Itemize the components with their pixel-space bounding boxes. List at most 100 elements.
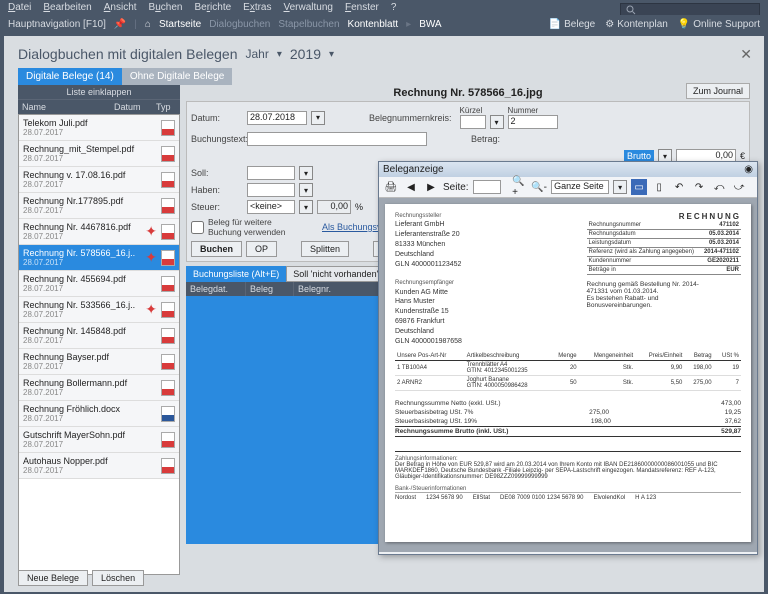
nav-stapelbuchen[interactable]: Stapelbuchen xyxy=(278,19,339,30)
neue-belege-button[interactable]: Neue Belege xyxy=(18,570,88,586)
menu-bearbeiten[interactable]: Bearbeiten xyxy=(43,2,91,13)
page-title: Dialogbuchen mit digitalen Belegen xyxy=(18,46,237,62)
list-item[interactable]: Autohaus Nopper.pdf28.07.2017 xyxy=(19,453,179,479)
reuse-label: Beleg für weitere Buchung verwenden xyxy=(208,217,298,237)
belege-tabs: Digitale Belege (14) Ohne Digitale Beleg… xyxy=(4,68,764,85)
list-item[interactable]: Rechnung v. 17.08.16.pdf28.07.2017 xyxy=(19,167,179,193)
puzzle-icon: ✦ xyxy=(145,223,157,240)
menu-datei[interactable]: Datei xyxy=(8,2,31,13)
menu-extras[interactable]: Extras xyxy=(243,2,271,13)
prev-page-icon[interactable]: ◀ xyxy=(403,179,419,195)
pushpin-icon[interactable]: ◉ xyxy=(744,164,753,175)
list-item[interactable]: Rechnung Nr. 578566_16.j..28.07.2017✦ xyxy=(19,245,179,271)
reuse-checkbox[interactable] xyxy=(191,221,204,234)
buchen-button[interactable]: Buchen xyxy=(191,241,242,257)
menu-help[interactable]: ? xyxy=(391,2,397,13)
jahr-label: Jahr xyxy=(245,47,268,61)
datum-input[interactable]: 28.07.2018 xyxy=(247,111,307,125)
kuerzel-input[interactable] xyxy=(460,115,486,129)
list-collapse[interactable]: Liste einklappen xyxy=(18,85,180,99)
gridtab-buchungsliste[interactable]: Buchungsliste (Alt+E) xyxy=(186,266,286,282)
buchtext-label: Buchungstext: xyxy=(191,134,243,144)
beleganzeige-window: Beleganzeige ◉ 🖨 ◀ ▶ Seite: 🔍+ 🔍- Ganze … xyxy=(378,161,758,555)
nav-dialogbuchen[interactable]: Dialogbuchen xyxy=(209,19,270,30)
hauptnav-button[interactable]: Hauptnavigation [F10] xyxy=(8,19,106,30)
pdf-icon xyxy=(161,172,175,188)
menu-ansicht[interactable]: Ansicht xyxy=(104,2,137,13)
print-icon[interactable]: 🖨 xyxy=(383,179,399,195)
puzzle-icon: ✦ xyxy=(145,301,157,318)
jahr-value[interactable]: 2019 xyxy=(290,46,321,62)
pdf-icon xyxy=(161,432,175,448)
fit-page-icon[interactable]: ▯ xyxy=(651,179,667,195)
rotate-right-icon[interactable]: ↷ xyxy=(691,179,707,195)
menu-verwaltung[interactable]: Verwaltung xyxy=(284,2,333,13)
zoom-out-icon[interactable]: 🔍- xyxy=(531,179,547,195)
rotate-left-icon[interactable]: ↶ xyxy=(671,179,687,195)
list-item[interactable]: Rechnung Nr. 533566_16.j..28.07.2017✦ xyxy=(19,297,179,323)
list-item[interactable]: Telekom Juli.pdf28.07.2017 xyxy=(19,115,179,141)
puzzle-icon: ✦ xyxy=(145,249,157,266)
list-columns: Name Datum Typ xyxy=(18,99,180,114)
buchtext-input[interactable] xyxy=(247,132,427,146)
list-item[interactable]: Rechnung Bollermann.pdf28.07.2017 xyxy=(19,375,179,401)
belege-button[interactable]: 📄Belege xyxy=(549,19,596,30)
list-item[interactable]: Rechnung Nr.177895.pdf28.07.2017 xyxy=(19,193,179,219)
nummer-input[interactable]: 2 xyxy=(508,115,558,129)
nav-kontenblatt[interactable]: Kontenblatt xyxy=(348,19,399,30)
nav-startseite[interactable]: Startseite xyxy=(159,19,201,30)
close-button[interactable]: ✕ xyxy=(740,46,752,63)
splitten-button[interactable]: Splitten xyxy=(301,241,349,257)
loeschen-button[interactable]: Löschen xyxy=(92,570,144,586)
viewer-titlebar[interactable]: Beleganzeige ◉ xyxy=(379,162,757,177)
pdf-icon xyxy=(161,224,175,240)
datum-dropdown[interactable]: ▾ xyxy=(311,111,325,125)
steuer-select[interactable]: <keine> xyxy=(247,200,295,214)
haben-input[interactable] xyxy=(247,183,295,197)
zum-journal-button[interactable]: Zum Journal xyxy=(686,83,750,99)
list-item[interactable]: Rechnung Nr. 145848.pdf28.07.2017 xyxy=(19,323,179,349)
menu-berichte[interactable]: Berichte xyxy=(194,2,231,13)
pdf-icon xyxy=(161,354,175,370)
kontenplan-button[interactable]: ⚙Kontenplan xyxy=(605,19,668,30)
support-button[interactable]: 💡Online Support xyxy=(678,19,760,30)
zoom-in-icon[interactable]: 🔍+ xyxy=(511,179,527,195)
pdf-icon xyxy=(161,458,175,474)
home-icon[interactable]: ⌂ xyxy=(145,19,151,30)
menu-buchen[interactable]: Buchen xyxy=(149,2,183,13)
tab-ohne-digitale[interactable]: Ohne Digitale Belege xyxy=(122,68,233,85)
nav-bwa[interactable]: BWA xyxy=(419,19,441,30)
zoom-select[interactable]: Ganze Seite xyxy=(551,180,609,194)
pdf-icon xyxy=(161,380,175,396)
list-item[interactable]: Rechnung Fröhlich.docx28.07.2017 xyxy=(19,401,179,427)
steuer-label: Steuer: xyxy=(191,202,243,212)
undo-icon[interactable]: ⤺ xyxy=(711,179,727,195)
pdf-icon xyxy=(161,302,175,318)
next-page-icon[interactable]: ▶ xyxy=(423,179,439,195)
betrag-label: Betrag: xyxy=(471,134,500,144)
op-button[interactable]: OP xyxy=(246,241,277,257)
datum-label: Datum: xyxy=(191,113,243,123)
soll-input[interactable] xyxy=(247,166,295,180)
fit-width-icon[interactable]: ▭ xyxy=(631,179,647,195)
pdf-icon xyxy=(161,120,175,136)
pin-icon[interactable]: 📌 xyxy=(114,19,126,30)
document-list: Telekom Juli.pdf28.07.2017Rechnung_mit_S… xyxy=(18,114,180,575)
viewer-body[interactable]: Rechnungssteller Lieferant GmbH Lieferan… xyxy=(379,198,757,552)
page-input[interactable] xyxy=(473,180,501,194)
soll-label: Soll: xyxy=(191,168,243,178)
pdf-icon xyxy=(161,250,175,266)
list-item[interactable]: Gutschrift MayerSohn.pdf28.07.2017 xyxy=(19,427,179,453)
list-item[interactable]: Rechnung Nr. 455694.pdf28.07.2017 xyxy=(19,271,179,297)
list-item[interactable]: Rechnung_mit_Stempel.pdf28.07.2017 xyxy=(19,141,179,167)
tab-digitale-belege[interactable]: Digitale Belege (14) xyxy=(18,68,122,85)
viewer-toolbar: 🖨 ◀ ▶ Seite: 🔍+ 🔍- Ganze Seite▾ ▭ ▯ ↶ ↷ … xyxy=(379,177,757,198)
current-doc-title: Rechnung Nr. 578566_16.jpg xyxy=(186,85,750,101)
pdf-icon xyxy=(161,198,175,214)
list-item[interactable]: Rechnung Nr. 4467816.pdf28.07.2017✦ xyxy=(19,219,179,245)
redo-icon[interactable]: ⤻ xyxy=(731,179,747,195)
docx-icon xyxy=(161,406,175,422)
menu-fenster[interactable]: Fenster xyxy=(345,2,379,13)
menu-bar: Datei Bearbeiten Ansicht Buchen Berichte… xyxy=(0,0,768,15)
list-item[interactable]: Rechnung Bayser.pdf28.07.2017 xyxy=(19,349,179,375)
